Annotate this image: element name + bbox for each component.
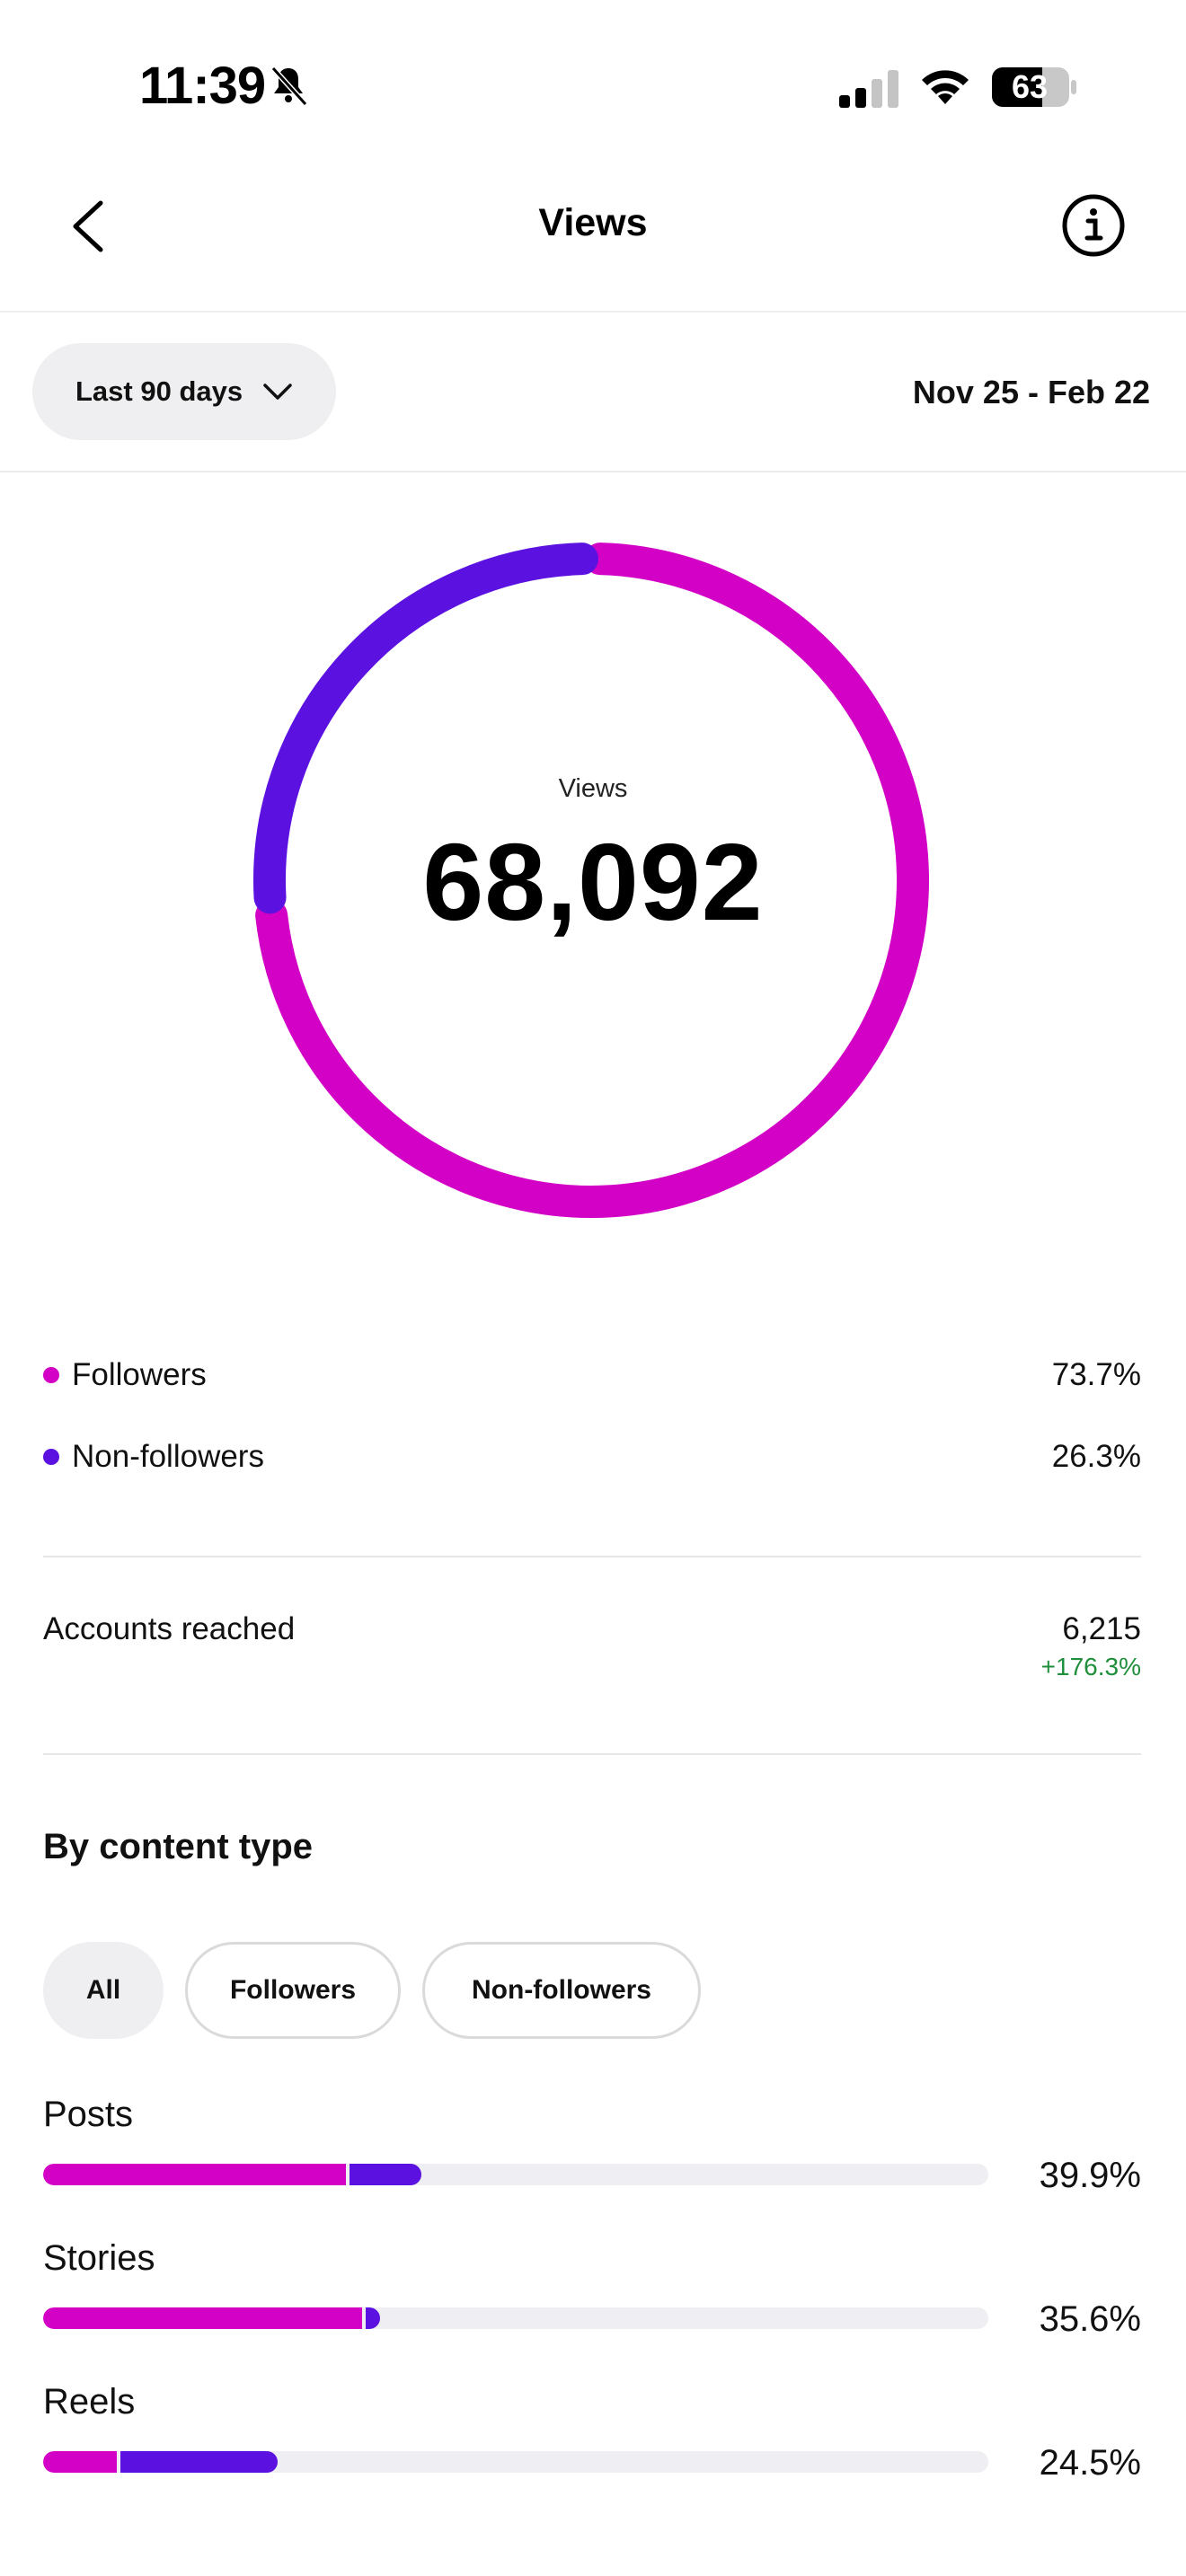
content-type-value-posts: 39.9% <box>1039 2156 1141 2195</box>
content-type-title: By content type <box>43 1827 314 1866</box>
battery-icon: 63 <box>990 65 1078 110</box>
section-divider <box>43 1753 1141 1755</box>
status-time: 11:39 <box>139 57 266 115</box>
legend-value: 26.3% <box>1051 1439 1141 1474</box>
content-type-value-reels: 24.5% <box>1039 2443 1141 2483</box>
page-title: Views <box>538 201 648 244</box>
header-divider <box>0 311 1186 313</box>
accounts-reached-value: 6,215 <box>1062 1611 1141 1646</box>
bar-segment-non-followers <box>365 2307 380 2329</box>
filter-chip-followers[interactable]: Followers <box>185 1942 401 2039</box>
non-followers-dot-icon <box>43 1449 59 1465</box>
bar-track-reels <box>43 2451 988 2473</box>
section-divider <box>43 1556 1141 1557</box>
legend-value: 73.7% <box>1051 1357 1141 1392</box>
accounts-reached-label: Accounts reached <box>43 1611 296 1646</box>
legend-label: Non-followers <box>72 1439 264 1474</box>
cellular-signal-icon <box>839 70 898 108</box>
content-type-value-stories: 35.6% <box>1039 2299 1141 2339</box>
bar-track-stories <box>43 2307 988 2329</box>
legend-label: Followers <box>72 1357 207 1392</box>
legend-row-followers: Followers 73.7% <box>43 1353 1141 1398</box>
bar-segment-non-followers <box>120 2451 278 2473</box>
date-range-dropdown[interactable]: Last 90 days <box>32 343 336 440</box>
bar-segment-non-followers <box>349 2164 421 2185</box>
content-type-label-posts: Posts <box>43 2095 134 2134</box>
silent-bell-icon <box>270 66 308 107</box>
followers-dot-icon <box>43 1367 59 1383</box>
filter-chip-all[interactable]: All <box>43 1942 164 2039</box>
info-icon[interactable] <box>1060 192 1127 259</box>
content-type-label-stories: Stories <box>43 2238 155 2278</box>
battery-level: 63 <box>1011 68 1049 105</box>
chevron-down-icon <box>263 384 292 400</box>
date-range-label: Last 90 days <box>75 375 243 407</box>
bar-track-posts <box>43 2164 988 2185</box>
donut-center-label: Views <box>558 774 628 803</box>
wifi-icon <box>922 70 969 104</box>
donut-center-value: 68,092 <box>422 821 764 943</box>
bar-segment-followers <box>43 2451 118 2473</box>
filter-divider <box>0 471 1186 472</box>
accounts-reached-change: +176.3% <box>1040 1653 1141 1681</box>
bar-segment-followers <box>43 2307 362 2329</box>
content-type-label-reels: Reels <box>43 2382 136 2422</box>
legend-row-non-followers: Non-followers 26.3% <box>43 1434 1141 1479</box>
date-range-text: Nov 25 - Feb 22 <box>912 374 1150 410</box>
bar-segment-followers <box>43 2164 346 2185</box>
filter-chip-non-followers[interactable]: Non-followers <box>422 1942 701 2039</box>
